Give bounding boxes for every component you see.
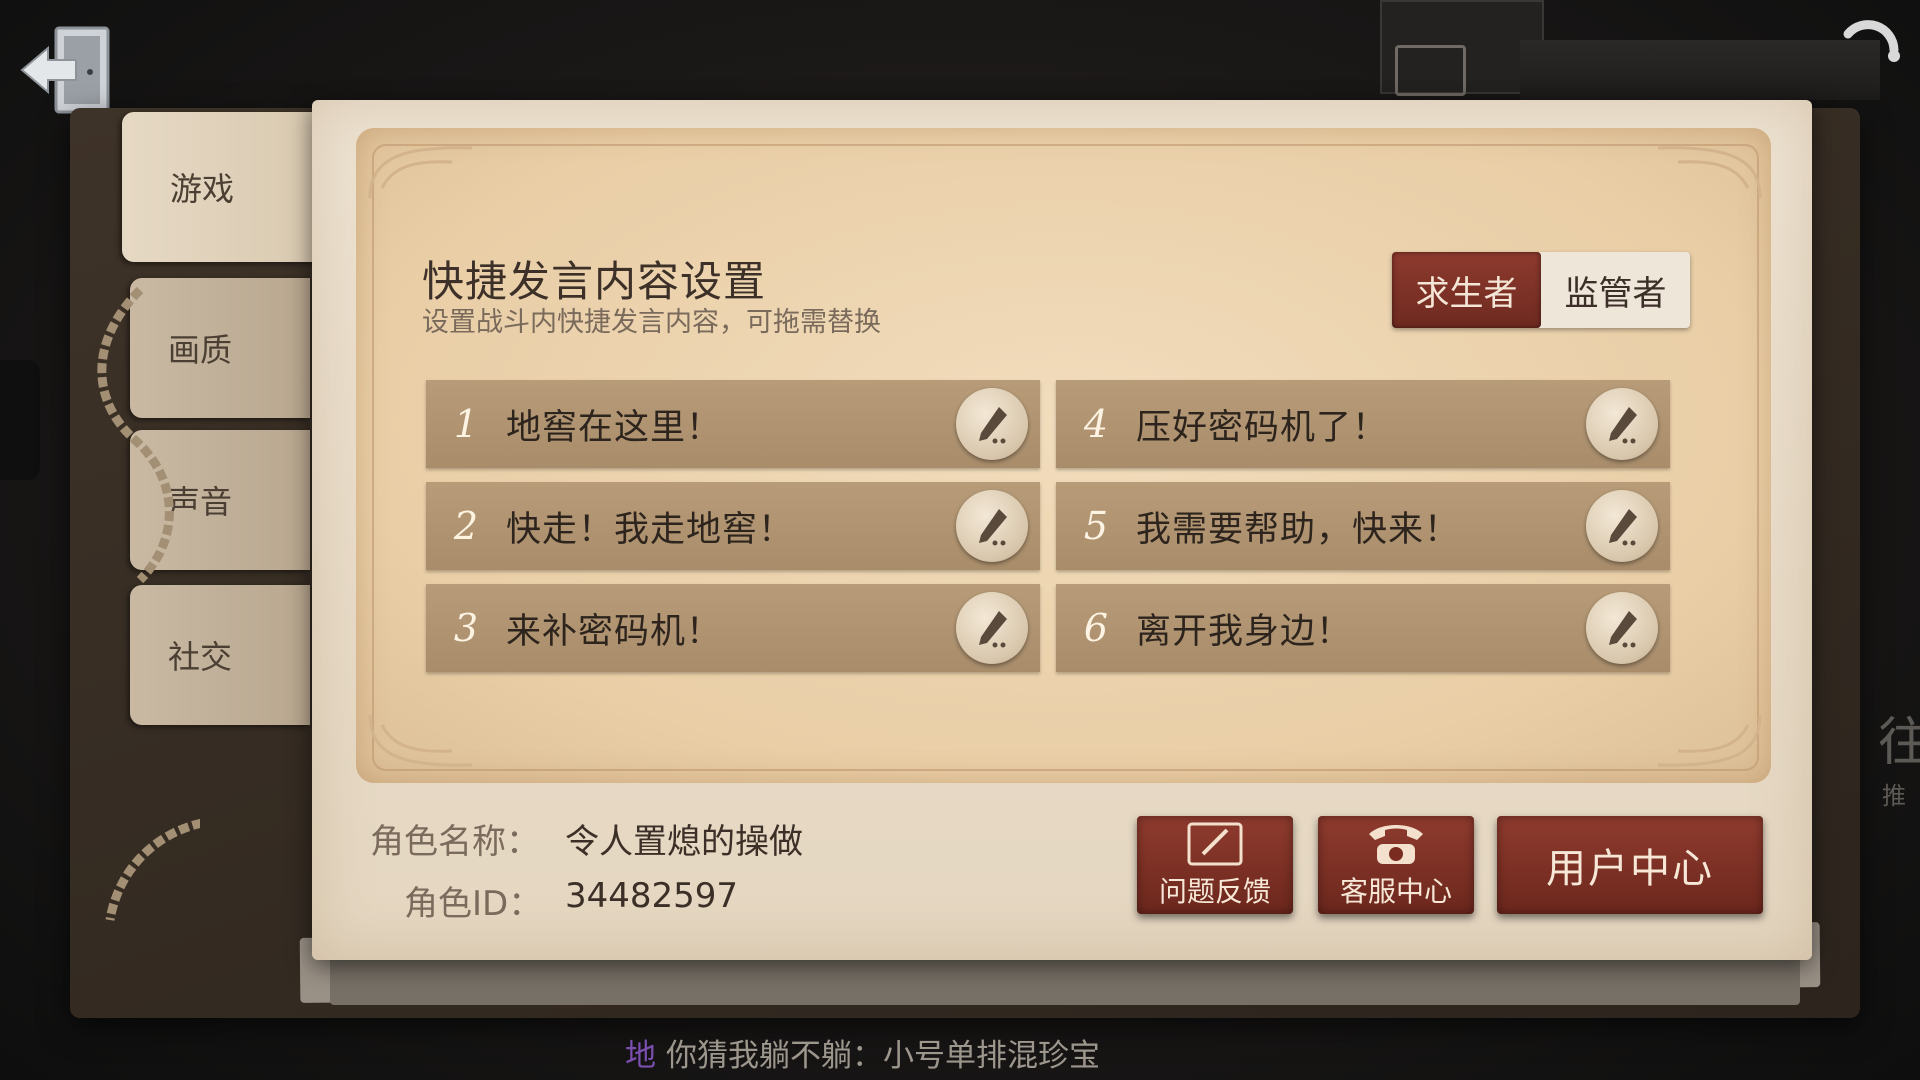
background-text: 推 — [1882, 782, 1906, 810]
background-text: 往 — [1878, 713, 1920, 773]
phrase-number: 1 — [453, 402, 479, 446]
character-id-value: 34482597 — [565, 876, 739, 916]
hunter-tab[interactable]: 监管者 — [1541, 252, 1690, 328]
game-screen: { "sidebar": { "tabs": [ {"label": "游戏",… — [0, 0, 1920, 1080]
quick-phrase-row[interactable]: 3 来补密码机！ — [426, 584, 1040, 672]
phrase-text: 快走！我走地窖！ — [506, 509, 795, 550]
rope-decoration — [97, 286, 200, 921]
background-shelf — [1520, 40, 1880, 100]
quick-phrase-row[interactable]: 6 离开我身边！ — [1056, 584, 1670, 672]
customer-service-button[interactable]: 客服中心 — [1318, 816, 1474, 914]
corner-ornament — [1657, 146, 1762, 199]
corner-ornament — [368, 714, 473, 767]
character-id-label: 角色ID： — [404, 884, 543, 924]
panel-subtitle: 设置战斗内快捷发言内容，可拖需替换 — [422, 307, 881, 338]
quick-phrase-row[interactable]: 5 我需要帮助，快来！ — [1056, 482, 1670, 570]
corner-ornament — [1657, 714, 1762, 767]
edit-pencil-icon[interactable] — [1586, 490, 1658, 562]
tab-label: 游戏 — [169, 170, 234, 208]
corner-ornament — [368, 146, 473, 199]
phrase-text: 地窖在这里！ — [506, 407, 723, 448]
edit-pencil-icon[interactable] — [1586, 388, 1658, 460]
phrase-number: 3 — [453, 606, 479, 650]
user-center-label: 用户中心 — [1546, 846, 1714, 892]
background-object — [0, 360, 40, 480]
customer-service-label: 客服中心 — [1339, 875, 1452, 908]
phrase-text: 离开我身边！ — [1136, 611, 1353, 652]
character-name-value: 令人置熄的操做 — [565, 822, 803, 862]
phrase-number: 5 — [1083, 504, 1109, 548]
telephone-icon — [1369, 825, 1423, 864]
feedback-button[interactable]: 问题反馈 — [1137, 816, 1293, 914]
chat-text: 你猜我躺不躺：小号单排混珍宝 — [666, 1038, 1100, 1074]
feedback-label: 问题反馈 — [1158, 875, 1271, 908]
quick-phrase-row[interactable]: 2 快走！我走地窖！ — [426, 482, 1040, 570]
loading-icon — [1838, 16, 1902, 80]
edit-pencil-icon[interactable] — [1586, 592, 1658, 664]
phrase-number: 2 — [453, 504, 479, 548]
edit-pencil-icon[interactable] — [956, 592, 1028, 664]
phrase-text: 来补密码机！ — [506, 611, 723, 652]
quick-phrase-row[interactable]: 4 压好密码机了！ — [1056, 380, 1670, 468]
tab-game[interactable]: 游戏 — [122, 112, 322, 262]
quick-phrase-row[interactable]: 1 地窖在这里！ — [426, 380, 1040, 468]
feedback-icon — [1187, 822, 1243, 866]
phrase-text: 压好密码机了！ — [1136, 407, 1389, 448]
background-frame — [1395, 45, 1466, 96]
chat-channel: 地 — [625, 1038, 656, 1074]
phrase-number: 6 — [1083, 606, 1109, 650]
edit-pencil-icon[interactable] — [956, 388, 1028, 460]
phrase-text: 我需要帮助，快来！ — [1136, 509, 1461, 550]
chat-message: 地你猜我躺不躺：小号单排混珍宝 — [625, 1030, 1100, 1075]
phrase-number: 4 — [1083, 402, 1109, 446]
role-toggle: 求生者 监管者 — [1392, 252, 1690, 328]
survivor-tab[interactable]: 求生者 — [1392, 252, 1541, 328]
exit-icon[interactable] — [18, 20, 118, 120]
user-center-button[interactable]: 用户中心 — [1497, 816, 1763, 914]
edit-pencil-icon[interactable] — [956, 490, 1028, 562]
character-name-label: 角色名称： — [370, 822, 540, 862]
